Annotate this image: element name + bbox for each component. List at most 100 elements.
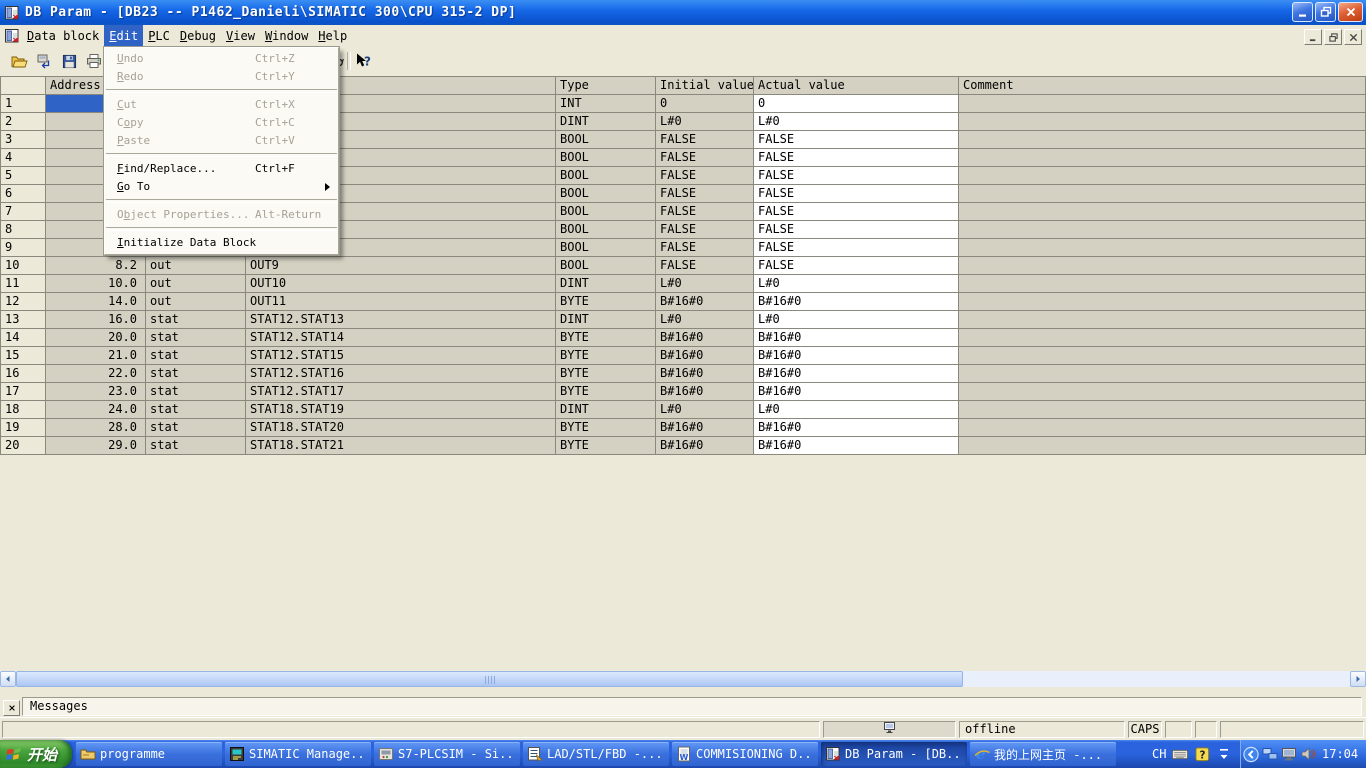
cell-initial-value-row-3[interactable]: FALSE	[656, 131, 754, 149]
cell-type-row-10[interactable]: BOOL	[556, 257, 656, 275]
cell-comment-row-20[interactable]	[959, 437, 1366, 455]
cell-declaration-row-15[interactable]: stat	[146, 347, 246, 365]
context-help-button[interactable]: ?	[352, 50, 374, 72]
cell-address-row-15[interactable]: 21.0	[46, 347, 146, 365]
cell-row-number-row-18[interactable]: 18	[1, 401, 46, 419]
cell-type-row-9[interactable]: BOOL	[556, 239, 656, 257]
tray-collapse-icon[interactable]	[1243, 746, 1259, 762]
horizontal-scrollbar[interactable]	[0, 671, 1366, 687]
cell-actual-value-row-8[interactable]: FALSE	[754, 221, 959, 239]
cell-actual-value-row-10[interactable]: FALSE	[754, 257, 959, 275]
cell-initial-value-row-17[interactable]: B#16#0	[656, 383, 754, 401]
taskbar-button-folder[interactable]: programme	[76, 742, 222, 766]
cell-row-number-row-16[interactable]: 16	[1, 365, 46, 383]
cell-initial-value-row-1[interactable]: 0	[656, 95, 754, 113]
mdi-restore-button[interactable]	[1324, 29, 1342, 45]
cell-address-row-20[interactable]: 29.0	[46, 437, 146, 455]
cell-row-number-row-10[interactable]: 10	[1, 257, 46, 275]
cell-declaration-row-14[interactable]: stat	[146, 329, 246, 347]
taskbar-button-lad[interactable]: LAD/STL/FBD -...	[523, 742, 669, 766]
cell-type-row-18[interactable]: DINT	[556, 401, 656, 419]
cell-type-row-11[interactable]: DINT	[556, 275, 656, 293]
cell-row-number-row-19[interactable]: 19	[1, 419, 46, 437]
cell-row-number-row-4[interactable]: 4	[1, 149, 46, 167]
cell-type-row-15[interactable]: BYTE	[556, 347, 656, 365]
cell-comment-row-18[interactable]	[959, 401, 1366, 419]
cell-initial-value-row-16[interactable]: B#16#0	[656, 365, 754, 383]
cell-actual-value-row-1[interactable]: 0	[754, 95, 959, 113]
cell-actual-value-row-5[interactable]: FALSE	[754, 167, 959, 185]
cell-actual-value-row-7[interactable]: FALSE	[754, 203, 959, 221]
cell-type-row-16[interactable]: BYTE	[556, 365, 656, 383]
cell-comment-row-2[interactable]	[959, 113, 1366, 131]
print-button[interactable]	[83, 50, 105, 72]
cell-declaration-row-20[interactable]: stat	[146, 437, 246, 455]
cell-actual-value-row-20[interactable]: B#16#0	[754, 437, 959, 455]
cell-address-row-14[interactable]: 20.0	[46, 329, 146, 347]
minimize-button[interactable]	[1292, 2, 1313, 22]
cell-row-number-row-8[interactable]: 8	[1, 221, 46, 239]
cell-type-row-19[interactable]: BYTE	[556, 419, 656, 437]
cell-initial-value-row-4[interactable]: FALSE	[656, 149, 754, 167]
cell-name-row-18[interactable]: STAT18.STAT19	[246, 401, 556, 419]
cell-comment-row-7[interactable]	[959, 203, 1366, 221]
cell-address-row-17[interactable]: 23.0	[46, 383, 146, 401]
cell-comment-row-9[interactable]	[959, 239, 1366, 257]
cell-actual-value-row-12[interactable]: B#16#0	[754, 293, 959, 311]
cell-declaration-row-16[interactable]: stat	[146, 365, 246, 383]
cell-row-number-row-5[interactable]: 5	[1, 167, 46, 185]
cell-actual-value-row-15[interactable]: B#16#0	[754, 347, 959, 365]
edit-menu-item-go-to[interactable]: Go To	[105, 178, 338, 196]
cell-name-row-20[interactable]: STAT18.STAT21	[246, 437, 556, 455]
cell-actual-value-row-16[interactable]: B#16#0	[754, 365, 959, 383]
cell-comment-row-5[interactable]	[959, 167, 1366, 185]
cell-type-row-4[interactable]: BOOL	[556, 149, 656, 167]
cell-row-number-row-20[interactable]: 20	[1, 437, 46, 455]
cell-comment-row-3[interactable]	[959, 131, 1366, 149]
cell-type-row-7[interactable]: BOOL	[556, 203, 656, 221]
start-button[interactable]: 开始	[0, 740, 72, 768]
cell-name-row-12[interactable]: OUT11	[246, 293, 556, 311]
cell-row-number-row-11[interactable]: 11	[1, 275, 46, 293]
cell-initial-value-row-10[interactable]: FALSE	[656, 257, 754, 275]
mdi-close-button[interactable]	[1344, 29, 1362, 45]
cell-actual-value-row-2[interactable]: L#0	[754, 113, 959, 131]
menubar-item-window[interactable]: Window	[260, 25, 313, 47]
cell-comment-row-11[interactable]	[959, 275, 1366, 293]
cell-name-row-14[interactable]: STAT12.STAT14	[246, 329, 556, 347]
cell-initial-value-row-6[interactable]: FALSE	[656, 185, 754, 203]
cell-declaration-row-19[interactable]: stat	[146, 419, 246, 437]
cell-comment-row-10[interactable]	[959, 257, 1366, 275]
cell-initial-value-row-7[interactable]: FALSE	[656, 203, 754, 221]
taskbar-button-word[interactable]: W COMMISIONING D...	[672, 742, 818, 766]
cell-initial-value-row-15[interactable]: B#16#0	[656, 347, 754, 365]
display-tray-icon[interactable]	[1281, 746, 1297, 762]
menubar-item-view[interactable]: View	[221, 25, 260, 47]
cell-initial-value-row-5[interactable]: FALSE	[656, 167, 754, 185]
cell-type-row-20[interactable]: BYTE	[556, 437, 656, 455]
cell-row-number-row-9[interactable]: 9	[1, 239, 46, 257]
cell-declaration-row-11[interactable]: out	[146, 275, 246, 293]
taskbar-button-plcsim[interactable]: S7-PLCSIM - Si...	[374, 742, 520, 766]
cell-actual-value-row-19[interactable]: B#16#0	[754, 419, 959, 437]
cell-type-row-2[interactable]: DINT	[556, 113, 656, 131]
cell-name-row-17[interactable]: STAT12.STAT17	[246, 383, 556, 401]
cell-row-number-row-6[interactable]: 6	[1, 185, 46, 203]
cell-actual-value-row-9[interactable]: FALSE	[754, 239, 959, 257]
download-button[interactable]	[33, 50, 55, 72]
cell-type-row-6[interactable]: BOOL	[556, 185, 656, 203]
cell-type-row-3[interactable]: BOOL	[556, 131, 656, 149]
scrollbar-thumb[interactable]	[16, 671, 963, 687]
scroll-right-arrow-icon[interactable]	[1350, 671, 1366, 687]
edit-menu-item-initialize-data-block[interactable]: Initialize Data Block	[105, 234, 338, 252]
audio-tray-icon[interactable]	[1300, 746, 1316, 762]
cell-declaration-row-12[interactable]: out	[146, 293, 246, 311]
cell-declaration-row-17[interactable]: stat	[146, 383, 246, 401]
cell-row-number-row-2[interactable]: 2	[1, 113, 46, 131]
menubar-item-debug[interactable]: Debug	[175, 25, 221, 47]
cell-initial-value-row-9[interactable]: FALSE	[656, 239, 754, 257]
cell-actual-value-row-4[interactable]: FALSE	[754, 149, 959, 167]
cell-initial-value-row-19[interactable]: B#16#0	[656, 419, 754, 437]
cell-initial-value-row-14[interactable]: B#16#0	[656, 329, 754, 347]
cell-declaration-row-10[interactable]: out	[146, 257, 246, 275]
